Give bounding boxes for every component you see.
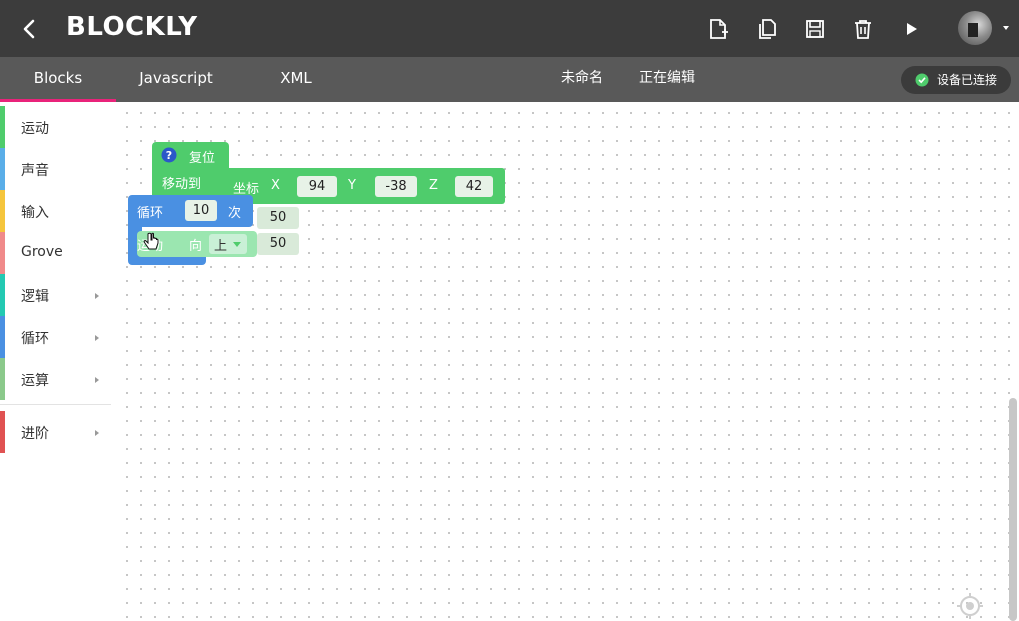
value-field[interactable]: 50 bbox=[257, 233, 299, 255]
loop-count-field[interactable]: 10 bbox=[185, 200, 217, 221]
loop-block[interactable]: 循环 10 次 bbox=[128, 195, 253, 227]
chevron-down-icon[interactable] bbox=[1003, 26, 1009, 30]
value-field[interactable]: 50 bbox=[257, 207, 299, 229]
coordinate-block[interactable]: 坐标 X 94 Y -38 Z 42 bbox=[217, 168, 505, 204]
connection-status-badge[interactable]: 设备已连接 bbox=[901, 66, 1011, 94]
help-icon[interactable]: ? bbox=[161, 147, 177, 163]
chevron-right-icon bbox=[95, 335, 99, 341]
connection-status-text: 设备已连接 bbox=[937, 73, 998, 87]
sidebar-item-label: 运动 bbox=[21, 121, 49, 137]
tab-javascript[interactable]: Javascript bbox=[120, 57, 232, 102]
chevron-right-icon bbox=[95, 293, 99, 299]
category-sidebar: 运动 声音 输入 Grove 逻辑 循环 运算 进阶 bbox=[0, 102, 116, 621]
z-label: Z bbox=[429, 178, 438, 193]
top-bar: BLOCKLY bbox=[0, 0, 1019, 57]
sidebar-item-label: 循环 bbox=[21, 331, 49, 347]
chevron-right-icon bbox=[95, 377, 99, 383]
move-to-label: 移动到 bbox=[162, 177, 202, 192]
hand-cursor-icon bbox=[143, 232, 159, 250]
sidebar-item-label: 声音 bbox=[21, 163, 49, 179]
tab-xml[interactable]: XML bbox=[260, 57, 332, 102]
direction-label: 向 bbox=[189, 239, 203, 254]
save-icon[interactable] bbox=[804, 18, 826, 40]
loop-label: 循环 bbox=[137, 206, 164, 221]
back-icon[interactable] bbox=[18, 17, 42, 41]
y-value-field[interactable]: -38 bbox=[375, 176, 417, 197]
sidebar-item-advanced[interactable]: 进阶 bbox=[0, 411, 111, 453]
sidebar-item-label: 进阶 bbox=[21, 426, 49, 442]
y-label: Y bbox=[348, 178, 356, 193]
tab-blocks[interactable]: Blocks bbox=[0, 57, 116, 102]
z-value-field[interactable]: 42 bbox=[455, 176, 493, 197]
chevron-down-icon bbox=[233, 242, 241, 247]
sidebar-item-label: Grove bbox=[21, 244, 63, 260]
sidebar-item-sound[interactable]: 声音 bbox=[0, 148, 111, 190]
delete-icon[interactable] bbox=[852, 18, 874, 40]
sidebar-item-input[interactable]: 输入 bbox=[0, 190, 111, 232]
copy-icon[interactable] bbox=[756, 18, 778, 40]
sidebar-item-logic[interactable]: 逻辑 bbox=[0, 274, 111, 316]
sidebar-divider bbox=[0, 404, 111, 405]
direction-dropdown[interactable]: 上 bbox=[209, 234, 247, 254]
sidebar-item-math[interactable]: 运算 bbox=[0, 358, 111, 400]
sidebar-item-loops[interactable]: 循环 bbox=[0, 316, 111, 358]
avatar[interactable] bbox=[958, 11, 992, 45]
sidebar-item-grove[interactable]: Grove bbox=[0, 232, 111, 274]
run-icon[interactable] bbox=[900, 18, 922, 40]
svg-text:?: ? bbox=[166, 149, 172, 162]
sidebar-item-motion[interactable]: 运动 bbox=[0, 106, 111, 148]
reset-block[interactable]: ? 复位 bbox=[152, 142, 229, 168]
workspace-scrollbar[interactable] bbox=[1009, 398, 1017, 621]
sidebar-item-label: 逻辑 bbox=[21, 289, 49, 305]
file-name[interactable]: 未命名 bbox=[561, 57, 603, 102]
loop-suffix-label: 次 bbox=[228, 206, 242, 221]
sidebar-item-label: 输入 bbox=[21, 205, 49, 221]
move-to-block[interactable]: 移动到 bbox=[152, 168, 217, 198]
tab-bar: Blocks Javascript XML 未命名 正在编辑 设备已连接 bbox=[0, 57, 1019, 102]
new-file-icon[interactable] bbox=[707, 18, 729, 40]
direction-value: 上 bbox=[214, 239, 228, 254]
x-value-field[interactable]: 94 bbox=[297, 176, 337, 197]
recenter-icon[interactable] bbox=[956, 592, 984, 620]
app-title: BLOCKLY bbox=[66, 12, 198, 42]
x-label: X bbox=[271, 178, 280, 193]
reset-label: 复位 bbox=[189, 151, 216, 166]
editing-status: 正在编辑 bbox=[639, 70, 695, 86]
chevron-right-icon bbox=[95, 430, 99, 436]
sidebar-item-label: 运算 bbox=[21, 373, 49, 389]
check-circle-icon bbox=[915, 73, 929, 87]
